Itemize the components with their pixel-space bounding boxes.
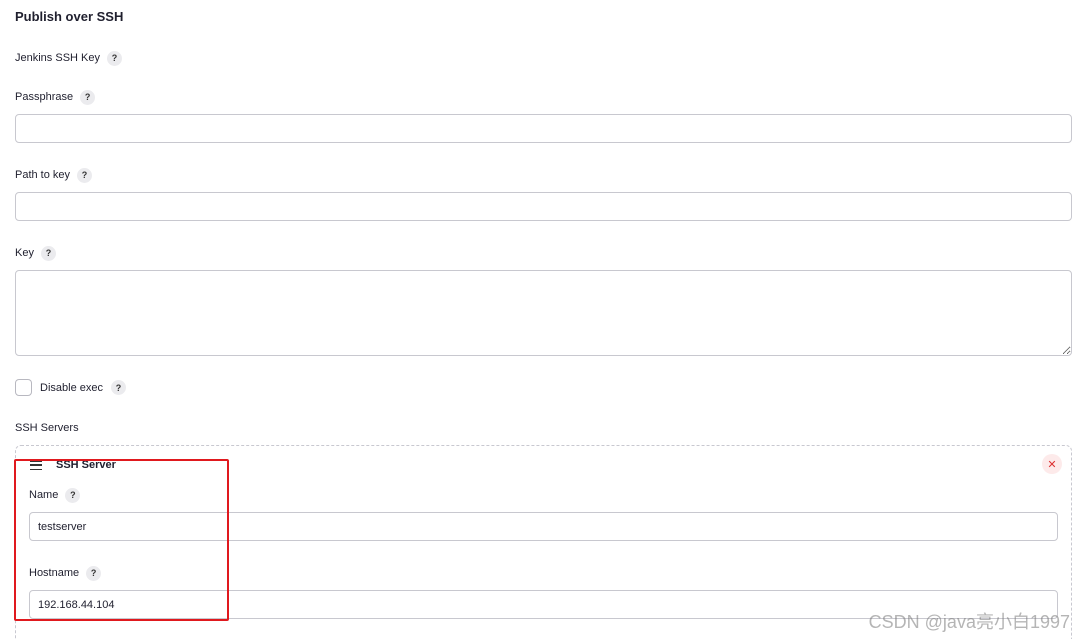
passphrase-input[interactable] xyxy=(15,114,1072,143)
close-icon: ✕ xyxy=(1047,458,1057,471)
disable-exec-checkbox[interactable] xyxy=(15,379,32,396)
help-icon[interactable]: ? xyxy=(86,565,102,581)
key-label: Key xyxy=(15,247,34,259)
path-to-key-label-row: Path to key ? xyxy=(15,167,93,183)
path-to-key-input[interactable] xyxy=(15,192,1072,221)
help-icon[interactable]: ? xyxy=(40,245,56,261)
help-icon[interactable]: ? xyxy=(65,487,81,503)
disable-exec-row: Disable exec ? xyxy=(15,379,126,396)
jenkins-ssh-key-label-row: Jenkins SSH Key ? xyxy=(15,50,122,66)
ssh-server-title: SSH Server xyxy=(56,459,116,471)
help-icon[interactable]: ? xyxy=(77,167,93,183)
remove-server-button[interactable]: ✕ xyxy=(1042,454,1062,474)
server-name-label-row: Name ? xyxy=(29,487,81,503)
hostname-label: Hostname xyxy=(29,567,80,579)
drag-handle-icon[interactable] xyxy=(30,460,42,470)
help-icon[interactable]: ? xyxy=(110,380,126,395)
ssh-server-header: SSH Server xyxy=(30,459,116,471)
path-to-key-label: Path to key xyxy=(15,169,71,181)
server-name-input[interactable] xyxy=(29,512,1058,541)
hostname-label-row: Hostname ? xyxy=(29,565,102,581)
key-textarea[interactable] xyxy=(15,270,1072,356)
publish-over-ssh-page: Publish over SSH Jenkins SSH Key ? Passp… xyxy=(0,0,1084,639)
passphrase-label-row: Passphrase ? xyxy=(15,89,96,105)
help-icon[interactable]: ? xyxy=(80,89,96,105)
key-label-row: Key ? xyxy=(15,245,56,261)
ssh-servers-label: SSH Servers xyxy=(15,422,79,434)
ssh-servers-label-row: SSH Servers xyxy=(15,420,79,436)
server-name-label: Name xyxy=(29,489,59,501)
passphrase-label: Passphrase xyxy=(15,91,74,103)
section-title: Publish over SSH xyxy=(15,9,124,24)
watermark: CSDN @java亮小白1997 xyxy=(868,612,1070,632)
disable-exec-label[interactable]: Disable exec xyxy=(40,382,103,394)
help-icon[interactable]: ? xyxy=(106,50,122,66)
jenkins-ssh-key-label: Jenkins SSH Key xyxy=(15,52,100,64)
